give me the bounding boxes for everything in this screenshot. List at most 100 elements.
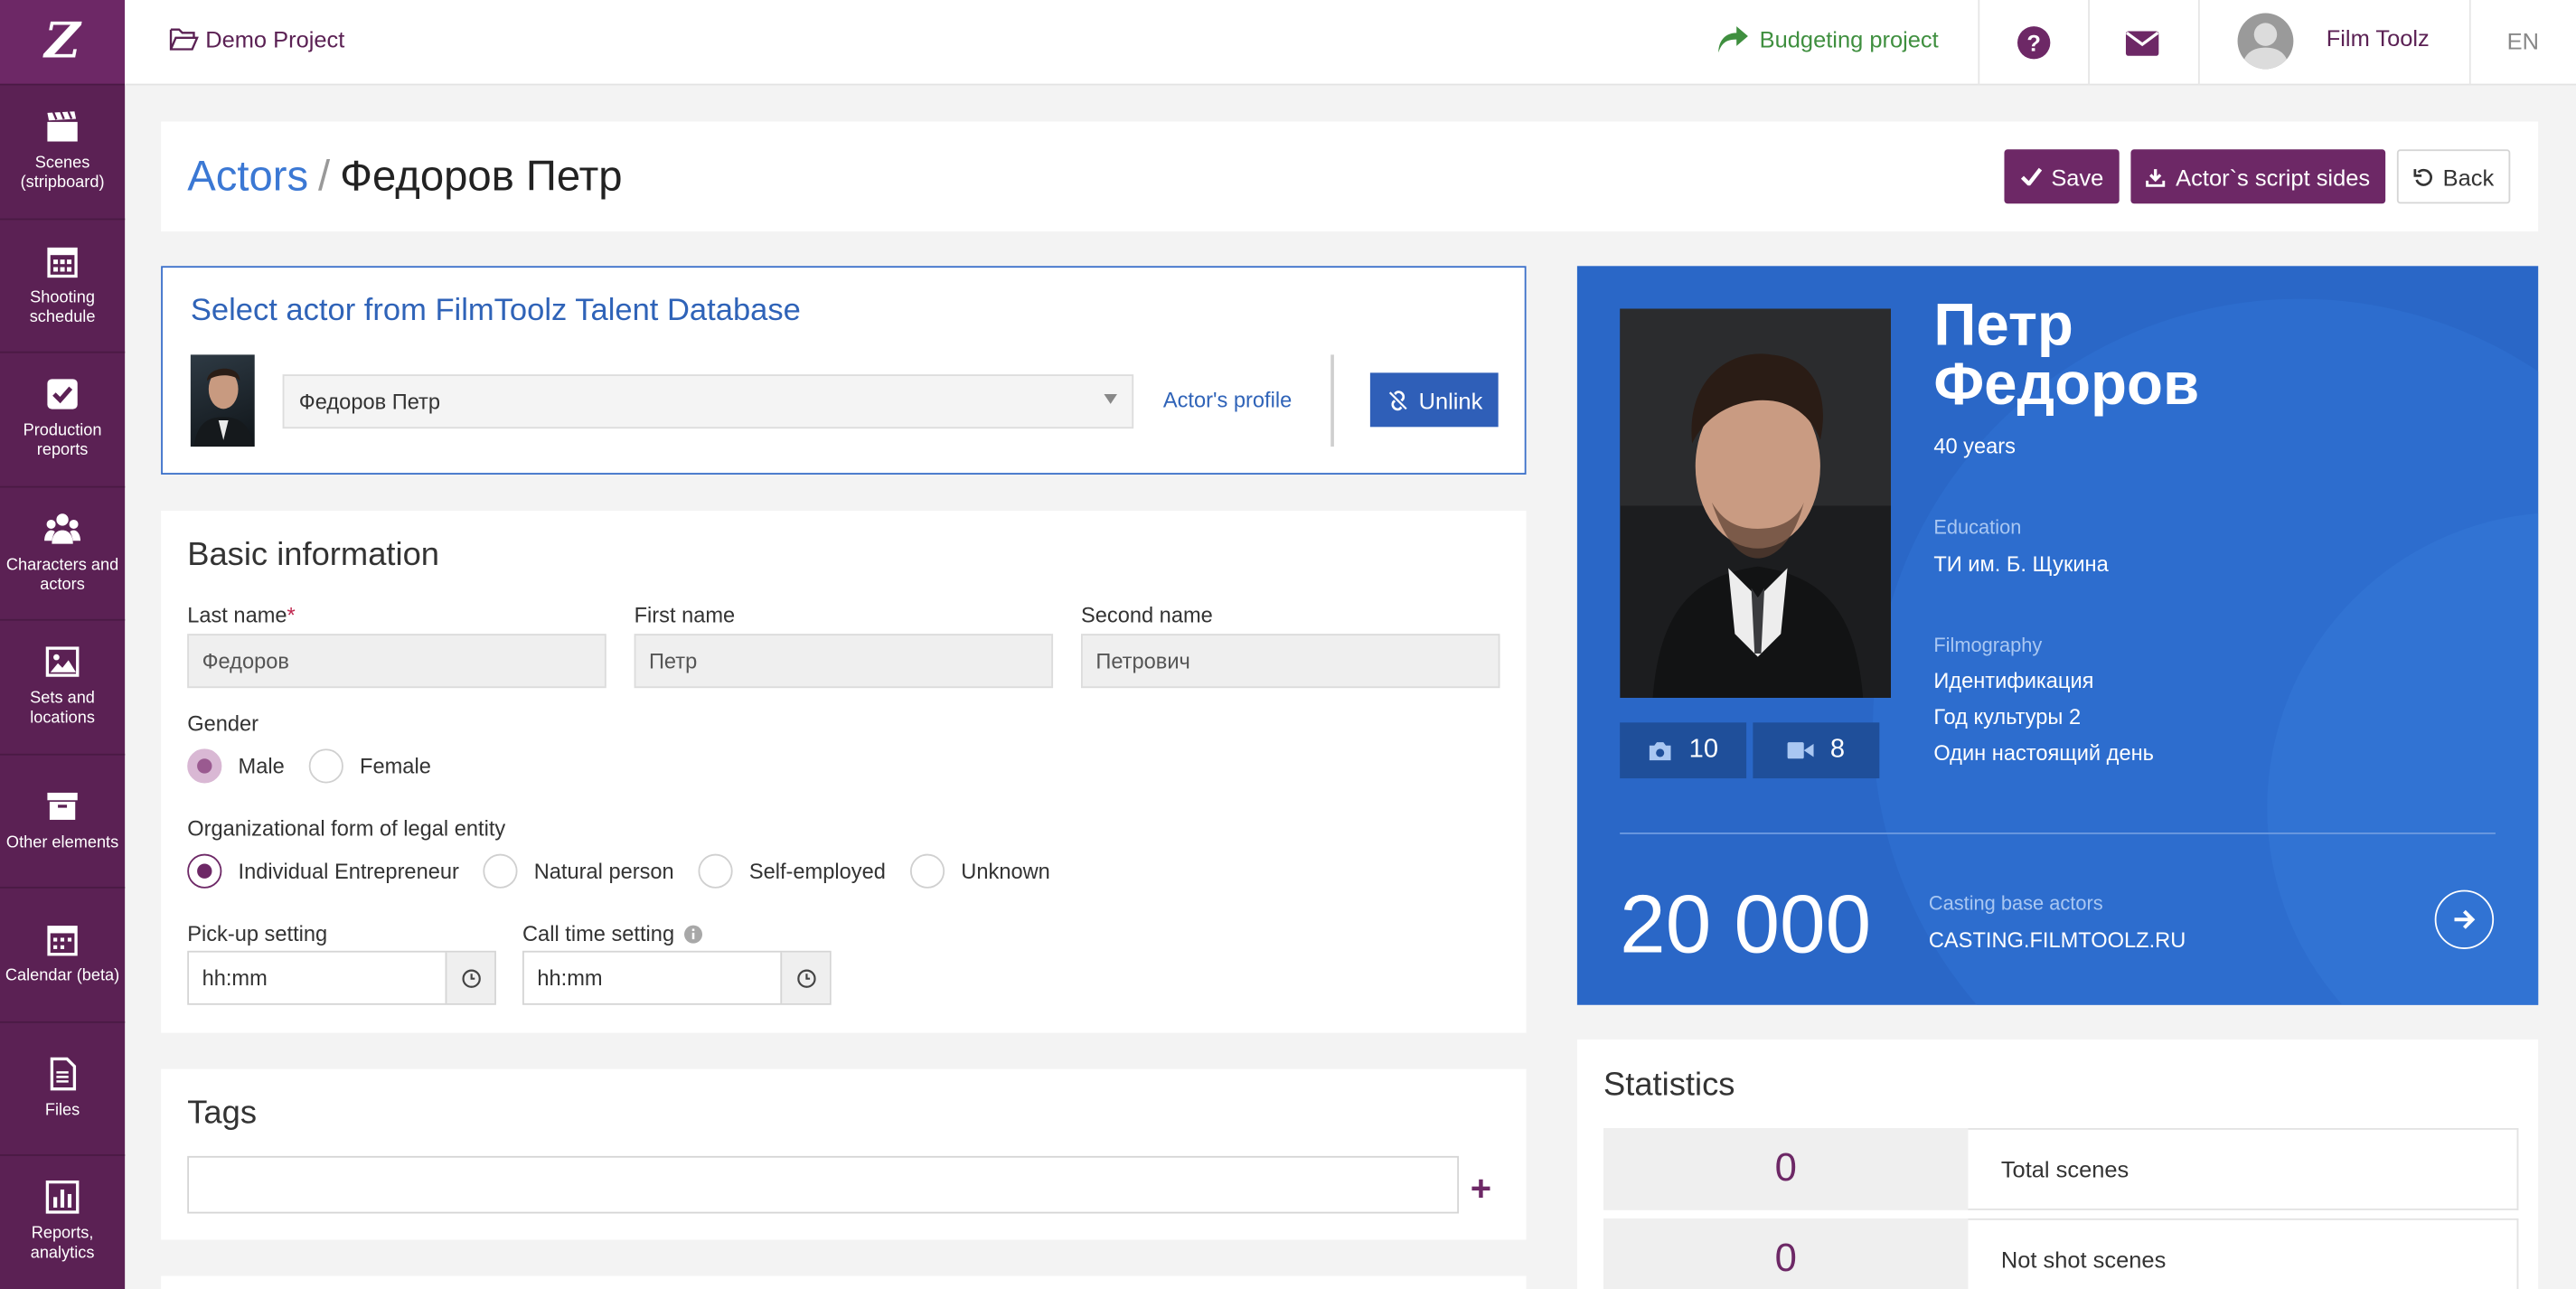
sidebar-item-files[interactable]: Files bbox=[0, 1022, 126, 1156]
sidebar-item-other[interactable]: Other elements bbox=[0, 755, 126, 889]
clock-icon[interactable] bbox=[445, 952, 495, 1003]
org-radio-unknown[interactable]: Unknown bbox=[909, 853, 1050, 889]
actor-select-dropdown[interactable]: Федоров Петр bbox=[282, 374, 1134, 429]
sidebar-item-label: Characters and actors bbox=[5, 556, 119, 595]
language-switch[interactable]: EN bbox=[2507, 28, 2539, 54]
unlink-label: Unlink bbox=[1418, 386, 1483, 413]
radio-label: Female bbox=[360, 753, 431, 779]
divider bbox=[1330, 354, 1334, 447]
users-icon bbox=[44, 513, 81, 544]
sidebar-item-sets[interactable]: Sets and locations bbox=[0, 621, 126, 755]
stat-label: Total scenes bbox=[1968, 1128, 2519, 1210]
sidebar-item-scenes[interactable]: Scenes (stripboard) bbox=[0, 85, 126, 220]
project-selector[interactable]: Demo Project bbox=[169, 26, 344, 52]
first-name-field[interactable]: Петр bbox=[634, 634, 1054, 689]
sidebar-item-reports[interactable]: Production reports bbox=[0, 353, 126, 487]
actor-photo[interactable] bbox=[1620, 308, 1892, 699]
casting-site-link[interactable]: CASTING.FILMTOOLZ.RU bbox=[1929, 927, 2186, 952]
project-name: Demo Project bbox=[205, 26, 345, 53]
script-sides-label: Actor`s script sides bbox=[2176, 163, 2371, 190]
caret-down-icon bbox=[1104, 393, 1117, 404]
actor-age: 40 years bbox=[1933, 433, 2016, 458]
tags-card: Tags bbox=[161, 1068, 1527, 1240]
tags-input[interactable] bbox=[187, 1155, 1460, 1214]
sidebar-item-label: Sets and locations bbox=[30, 690, 95, 729]
divider bbox=[2088, 0, 2090, 86]
divider bbox=[2468, 0, 2471, 86]
video-camera-icon bbox=[1787, 742, 1814, 759]
sidebar: Z Scenes (stripboard) Shooting schedule … bbox=[0, 0, 126, 1289]
videos-count-tile[interactable]: 8 bbox=[1753, 722, 1880, 779]
radio-dot bbox=[698, 853, 733, 889]
actor-profile-link[interactable]: Actor's profile bbox=[1163, 388, 1292, 412]
sidebar-item-schedule[interactable]: Shooting schedule bbox=[0, 220, 126, 353]
clock-icon[interactable] bbox=[780, 952, 830, 1003]
videos-count: 8 bbox=[1829, 735, 1846, 764]
avatar[interactable] bbox=[2237, 13, 2294, 70]
radio-dot bbox=[909, 853, 945, 889]
page-title: Федоров Петр bbox=[340, 151, 623, 201]
org-radio-self-employed[interactable]: Self-employed bbox=[698, 853, 886, 889]
casting-count: 20 000 bbox=[1620, 878, 1872, 971]
folder-open-icon bbox=[169, 28, 199, 51]
breadcrumb-actors-link[interactable]: Actors bbox=[187, 151, 308, 200]
sidebar-item-label: Other elements bbox=[5, 833, 119, 852]
org-radio-entrepreneur[interactable]: Individual Entrepreneur bbox=[187, 853, 459, 889]
org-radio-natural-person[interactable]: Natural person bbox=[483, 853, 674, 889]
pickup-time-input[interactable]: hh:mm bbox=[187, 950, 496, 1005]
last-name-label-text: Last name bbox=[187, 602, 287, 627]
radio-label: Individual Entrepreneur bbox=[238, 859, 459, 884]
budgeting-link[interactable]: Budgeting project bbox=[1716, 24, 1939, 54]
required-mark: * bbox=[287, 602, 296, 627]
gender-radio-male[interactable]: Male bbox=[187, 748, 285, 784]
gender-radio-female[interactable]: Female bbox=[308, 748, 431, 784]
topbar: Demo Project Budgeting project ? Film To… bbox=[125, 0, 2576, 86]
stat-value: 0 bbox=[1603, 1128, 1969, 1210]
divider bbox=[1978, 0, 1980, 86]
stat-row: 0 Total scenes bbox=[1603, 1128, 2519, 1210]
radio-dot bbox=[483, 853, 518, 889]
second-name-field[interactable]: Петрович bbox=[1080, 634, 1500, 689]
actor-profile-card: 10 8 Петр Федоров 40 years Education ТИ … bbox=[1576, 266, 2539, 1005]
casting-label: Casting base actors bbox=[1928, 891, 2103, 915]
statistics-title: Statistics bbox=[1603, 1067, 1735, 1104]
unlink-button[interactable]: Unlink bbox=[1369, 372, 1499, 428]
filmography-item: Один настоящий день bbox=[1933, 740, 2154, 766]
user-name[interactable]: Film Toolz bbox=[2327, 24, 2430, 51]
statistics-card: Statistics 0 Total scenes 0 Not shot sce… bbox=[1576, 1039, 2539, 1289]
select-actor-title: Select actor from FilmToolz Talent Datab… bbox=[190, 294, 801, 329]
sidebar-item-calendar[interactable]: Calendar (beta) bbox=[0, 889, 126, 1022]
script-sides-button[interactable]: Actor`s script sides bbox=[2130, 149, 2386, 204]
sidebar-item-analytics[interactable]: Reports, analytics bbox=[0, 1156, 126, 1289]
divider bbox=[1620, 833, 2496, 834]
sidebar-item-characters[interactable]: Characters and actors bbox=[0, 487, 126, 621]
file-icon bbox=[50, 1057, 77, 1090]
help-icon[interactable]: ? bbox=[2014, 23, 2054, 62]
info-icon[interactable] bbox=[684, 924, 704, 944]
back-button[interactable]: Back bbox=[2396, 149, 2511, 204]
add-tag-button[interactable]: + bbox=[1471, 1168, 1491, 1210]
undo-icon bbox=[2413, 167, 2432, 185]
calendar-grid-icon bbox=[47, 247, 78, 278]
last-name-label: Last name* bbox=[187, 603, 296, 627]
radio-label: Natural person bbox=[533, 859, 674, 884]
education-label: Education bbox=[1933, 515, 2022, 539]
unlink-icon bbox=[1388, 390, 1406, 410]
sidebar-item-label: Files bbox=[44, 1101, 80, 1120]
last-name-field[interactable]: Федоров bbox=[187, 634, 606, 689]
save-button[interactable]: Save bbox=[2004, 149, 2120, 204]
select-actor-panel: Select actor from FilmToolz Talent Datab… bbox=[161, 266, 1527, 475]
casting-go-button[interactable] bbox=[2434, 889, 2495, 949]
photos-count: 10 bbox=[1688, 735, 1719, 764]
calltime-time-input[interactable]: hh:mm bbox=[522, 950, 832, 1005]
breadcrumb: Actors / Федоров Петр bbox=[187, 151, 622, 202]
calltime-label: Call time setting bbox=[522, 921, 704, 946]
bar-chart-icon bbox=[45, 1181, 80, 1215]
budgeting-label: Budgeting project bbox=[1759, 26, 1939, 53]
first-name-label: First name bbox=[634, 602, 736, 627]
radio-dot bbox=[187, 853, 222, 889]
photos-count-tile[interactable]: 10 bbox=[1620, 722, 1747, 779]
back-label: Back bbox=[2442, 163, 2495, 190]
app-logo[interactable]: Z bbox=[0, 0, 126, 86]
mail-icon[interactable] bbox=[2122, 23, 2162, 62]
